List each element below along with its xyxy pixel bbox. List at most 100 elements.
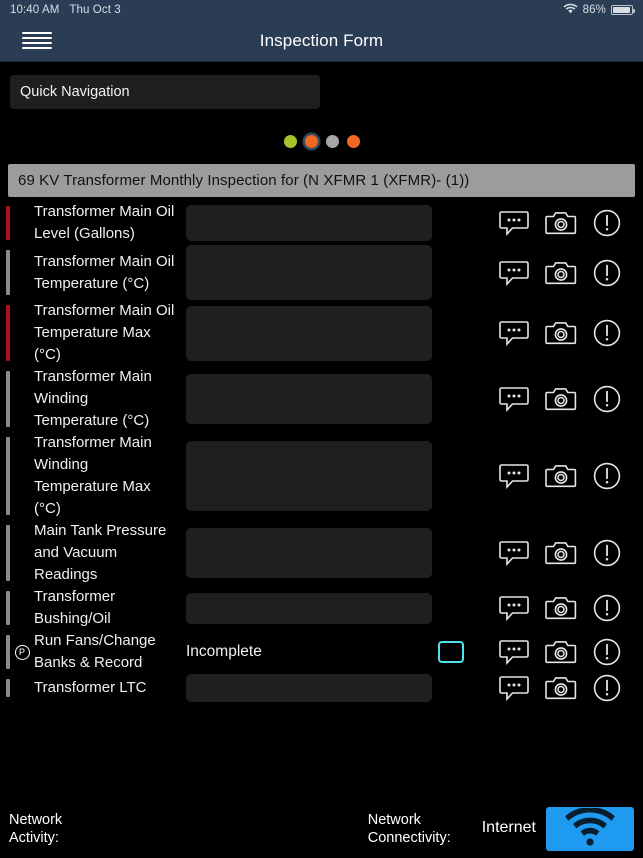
alert-icon[interactable] xyxy=(593,259,621,287)
inspection-row: Transformer Bushing/Oil xyxy=(0,586,643,630)
alert-icon[interactable] xyxy=(593,674,621,702)
row-value-input[interactable] xyxy=(186,528,432,578)
row-value-input[interactable] xyxy=(186,674,432,702)
step-dots xyxy=(0,131,643,151)
row-status-flag xyxy=(6,525,10,581)
row-checkbox-slot xyxy=(432,641,470,663)
inspection-row: Main Tank Pressure and Vacuum Readings xyxy=(0,520,643,586)
battery-icon xyxy=(611,5,635,15)
network-connectivity-label: Network Connectivity: xyxy=(367,812,451,846)
row-value-input[interactable] xyxy=(186,441,432,511)
row-action-icons xyxy=(499,638,643,666)
row-status-value: Incomplete xyxy=(186,643,262,660)
alert-icon[interactable] xyxy=(593,594,621,622)
inspection-row: P Run Fans/Change Banks & Record Incomplet… xyxy=(0,630,643,674)
status-bar-time: 10:40 AM xyxy=(10,4,60,16)
camera-icon[interactable] xyxy=(545,540,577,566)
comment-icon[interactable] xyxy=(499,595,529,621)
row-label: Transformer Main Oil Level (Gallons) xyxy=(34,203,175,242)
row-label: Main Tank Pressure and Vacuum Readings xyxy=(34,522,167,583)
wifi-status-button[interactable] xyxy=(546,806,634,851)
step-dot-1[interactable] xyxy=(283,134,297,148)
inspection-row: Transformer Main Winding Temperature (°C… xyxy=(0,366,643,432)
row-status-flag xyxy=(6,437,10,515)
comment-icon[interactable] xyxy=(499,639,529,665)
inspection-row: Transformer Main Oil Level (Gallons) xyxy=(0,201,643,245)
status-bar-date: Thu Oct 3 xyxy=(69,4,121,16)
app-navbar: Inspection Form xyxy=(0,20,643,62)
row-status-flag xyxy=(6,206,10,240)
alert-icon[interactable] xyxy=(593,385,621,413)
row-checkbox[interactable] xyxy=(438,641,464,663)
alert-icon[interactable] xyxy=(593,209,621,237)
quick-navigation-container: Quick Navigation xyxy=(0,62,643,109)
step-dot-4[interactable] xyxy=(346,134,360,148)
alert-icon[interactable] xyxy=(593,462,621,490)
bottom-status-bar: Network Activity: Network Connectivity: … xyxy=(0,800,643,858)
row-label: Transformer Main Oil Temperature (°C) xyxy=(34,252,175,292)
camera-icon[interactable] xyxy=(545,210,577,236)
camera-icon[interactable] xyxy=(545,386,577,412)
comment-icon[interactable] xyxy=(499,463,529,489)
row-action-icons xyxy=(499,385,643,413)
row-label: Transformer Bushing/Oil xyxy=(34,588,116,627)
hamburger-menu-icon[interactable] xyxy=(22,30,52,52)
inspection-row: Transformer Main Oil Temperature (°C) xyxy=(0,245,643,300)
row-value-input[interactable] xyxy=(186,245,432,300)
camera-icon[interactable] xyxy=(545,639,577,665)
row-status-flag xyxy=(6,591,10,625)
quick-navigation-select[interactable]: Quick Navigation xyxy=(10,75,320,109)
comment-icon[interactable] xyxy=(499,260,529,286)
wifi-icon xyxy=(563,3,578,17)
status-bar-right-group: 86% xyxy=(563,3,635,17)
inspection-row: Transformer Main Oil Temperature Max (°C… xyxy=(0,300,643,366)
alert-icon[interactable] xyxy=(593,539,621,567)
p-circle-icon: P xyxy=(14,644,30,660)
comment-icon[interactable] xyxy=(499,675,529,701)
inspection-row: Transformer Main Winding Temperature Max… xyxy=(0,432,643,520)
alert-icon[interactable] xyxy=(593,638,621,666)
row-value-input[interactable] xyxy=(186,374,432,424)
comment-icon[interactable] xyxy=(499,320,529,346)
section-header-title: 69 KV Transformer Monthly Inspection for… xyxy=(18,172,470,189)
section-header: 69 KV Transformer Monthly Inspection for… xyxy=(8,164,635,197)
camera-icon[interactable] xyxy=(545,463,577,489)
camera-icon[interactable] xyxy=(545,595,577,621)
step-dot-3[interactable] xyxy=(325,134,339,148)
row-action-icons xyxy=(499,674,643,702)
camera-icon[interactable] xyxy=(545,675,577,701)
row-action-icons xyxy=(499,259,643,287)
comment-icon[interactable] xyxy=(499,386,529,412)
ios-status-bar: 10:40 AM Thu Oct 3 86% xyxy=(0,0,643,20)
network-activity-label: Network Activity: xyxy=(9,812,63,846)
row-action-icons xyxy=(499,539,643,567)
row-status-flag xyxy=(6,371,10,427)
row-label: Run Fans/Change Banks & Record xyxy=(34,632,156,671)
camera-icon[interactable] xyxy=(545,320,577,346)
comment-icon[interactable] xyxy=(499,540,529,566)
row-value-input[interactable] xyxy=(186,305,432,361)
step-dot-2[interactable] xyxy=(304,134,318,148)
row-status-flag xyxy=(6,679,10,697)
row-action-icons xyxy=(499,462,643,490)
row-label: Transformer LTC xyxy=(34,679,147,696)
row-status-flag xyxy=(6,250,10,295)
wifi-icon xyxy=(564,806,616,851)
quick-navigation-label: Quick Navigation xyxy=(20,84,130,100)
row-action-icons xyxy=(499,209,643,237)
row-action-icons xyxy=(499,319,643,347)
row-value-input[interactable] xyxy=(186,592,432,624)
internet-status-label: Internet xyxy=(481,819,536,836)
row-label: Transformer Main Oil Temperature Max (°C… xyxy=(34,302,175,363)
battery-percent-label: 86% xyxy=(582,4,606,16)
photo-required-badge: P xyxy=(10,644,34,660)
row-status-flag xyxy=(6,305,10,361)
row-label: Transformer Main Winding Temperature (°C… xyxy=(34,368,152,429)
row-action-icons xyxy=(499,594,643,622)
inspection-row: Transformer LTC xyxy=(0,674,643,702)
battery-fill xyxy=(613,7,630,13)
row-value-input[interactable] xyxy=(186,205,432,241)
alert-icon[interactable] xyxy=(593,319,621,347)
comment-icon[interactable] xyxy=(499,210,529,236)
camera-icon[interactable] xyxy=(545,260,577,286)
